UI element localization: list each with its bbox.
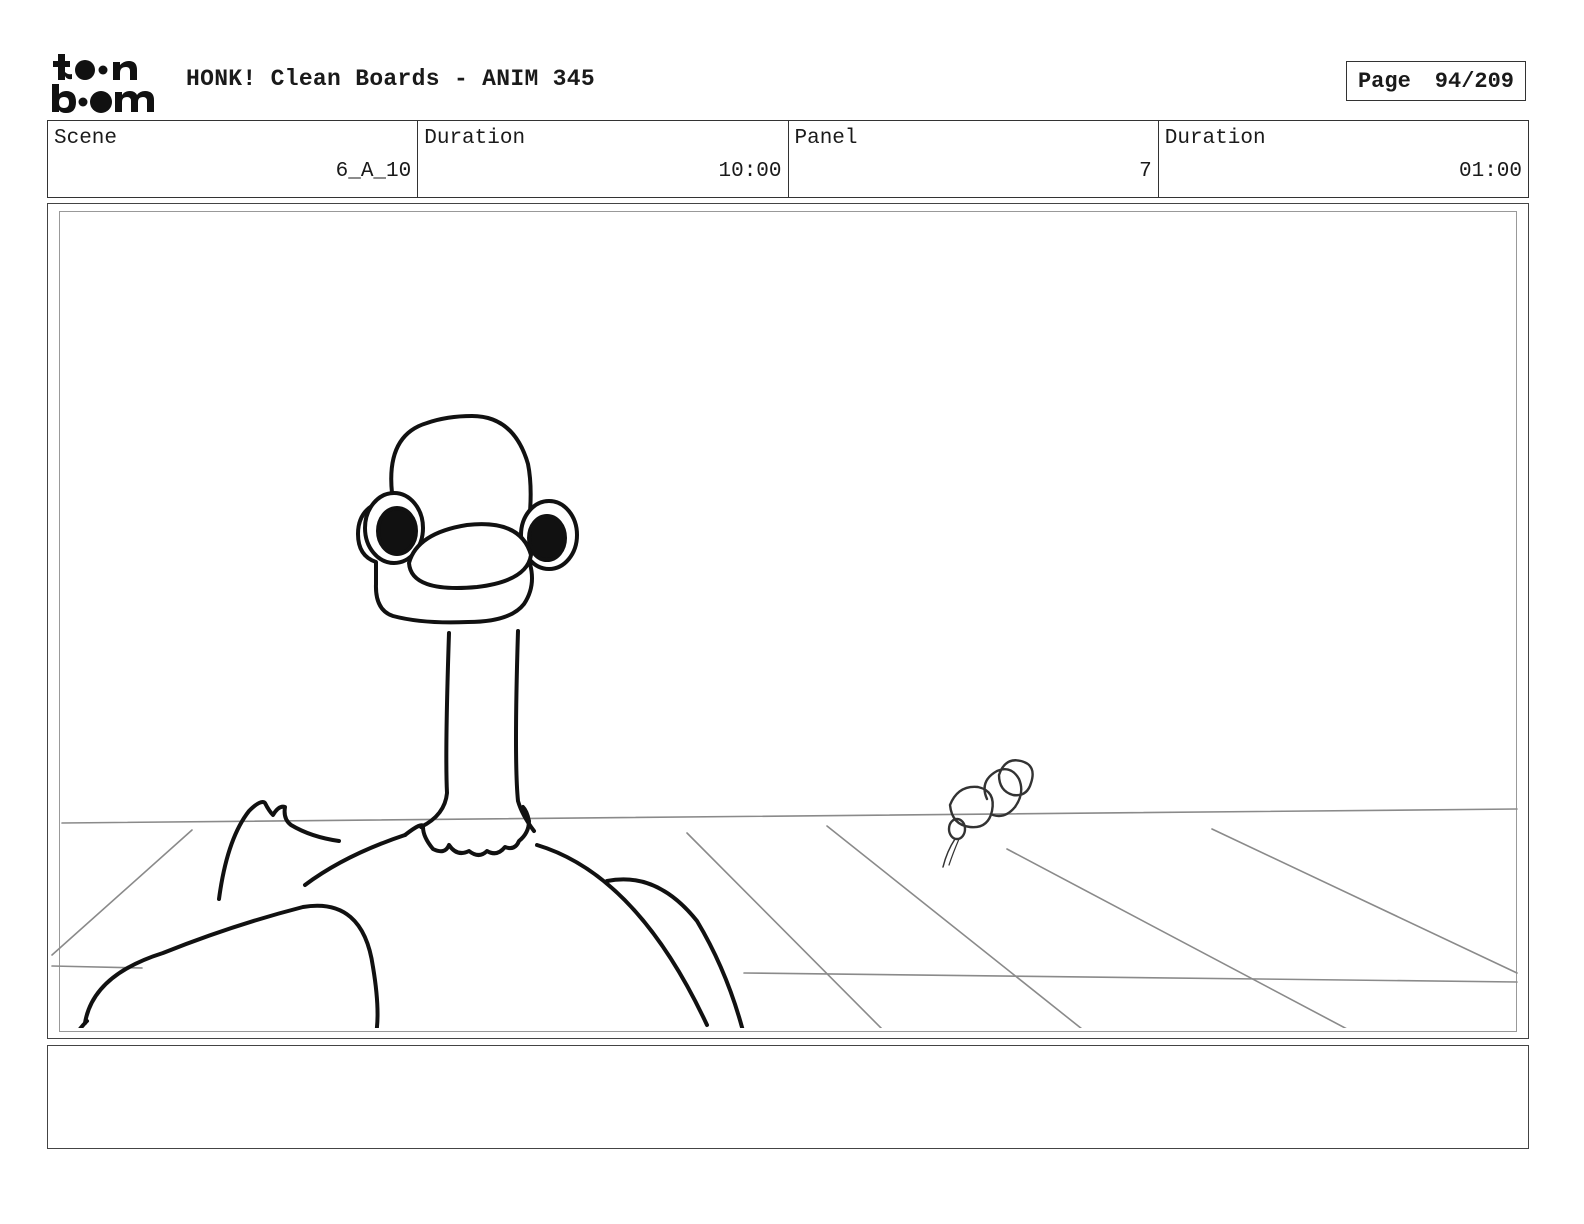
- scene-value: 6_A_10: [335, 160, 412, 183]
- scene-info-row: Scene 6_A_10 Duration 10:00 Panel 7 Dura…: [47, 120, 1529, 198]
- panel-duration-value: 01:00: [1458, 160, 1522, 183]
- scene-duration-cell: Duration 10:00: [418, 121, 789, 197]
- panel-value: 7: [1139, 160, 1152, 183]
- storyboard-drawing: [51, 414, 1518, 1028]
- toon-boom-logo: [52, 54, 154, 113]
- panel-duration-label: Duration: [1164, 127, 1266, 150]
- scene-duration-label: Duration: [424, 127, 526, 150]
- page-indicator: Page 94/209: [1346, 61, 1526, 101]
- floor-lines: [51, 808, 1518, 1028]
- panel-cell: Panel 7: [789, 121, 1159, 197]
- scene-label: Scene: [54, 127, 118, 150]
- scene-duration-value: 10:00: [718, 160, 782, 183]
- page-number: 94/209: [1434, 68, 1515, 94]
- page-label: Page: [1357, 68, 1411, 94]
- goose-drawing: [78, 414, 745, 1028]
- panel-notes-box: [47, 1045, 1529, 1149]
- panel-duration-cell: Duration 01:00: [1159, 121, 1528, 197]
- panel-label: Panel: [794, 127, 858, 150]
- scene-cell: Scene 6_A_10: [48, 121, 419, 197]
- document-title: HONK! Clean Boards - ANIM 345: [186, 66, 595, 92]
